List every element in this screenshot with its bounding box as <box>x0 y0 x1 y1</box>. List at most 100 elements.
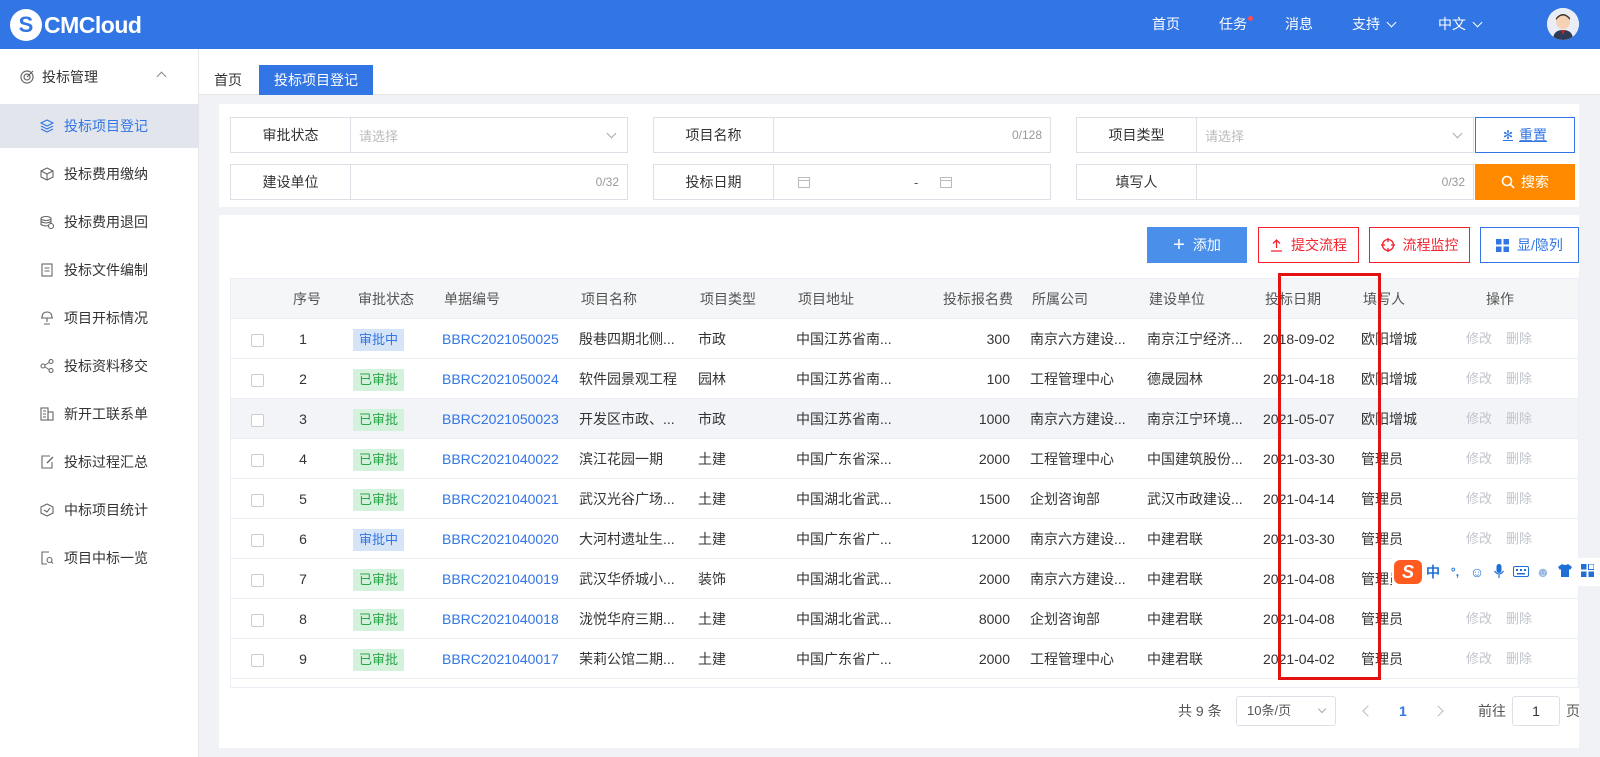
cell-code[interactable]: BBRC2021040019 <box>442 559 572 599</box>
sidebar-item-8[interactable]: 投标过程汇总 <box>0 440 199 484</box>
delete-link[interactable]: 删除 <box>1506 479 1536 519</box>
user-avatar[interactable] <box>1547 8 1579 40</box>
sidebar-item-7[interactable]: 新开工联系单 <box>0 392 199 436</box>
toolbox-icon[interactable] <box>1576 563 1598 580</box>
toggle-columns-button[interactable]: 显/隐列 <box>1480 227 1579 263</box>
sidebar-item-6[interactable]: 投标资料移交 <box>0 344 199 388</box>
col-header-no[interactable]: 序号 <box>293 279 333 319</box>
keyboard-icon[interactable] <box>1510 564 1532 580</box>
delete-link[interactable]: 删除 <box>1506 599 1536 639</box>
approval-status-select[interactable]: 请选择 <box>351 118 627 152</box>
delete-link[interactable]: 删除 <box>1506 399 1536 439</box>
edit-link[interactable]: 修改 <box>1466 439 1496 479</box>
col-header-fee[interactable]: 投标报名费 <box>921 279 1013 319</box>
cell-code[interactable]: BBRC2021040022 <box>442 439 572 479</box>
cell-code[interactable]: BBRC2021040017 <box>442 639 572 679</box>
user-icon[interactable]: ☻ <box>1532 564 1554 580</box>
skin-icon[interactable] <box>1554 564 1576 580</box>
col-header-filler[interactable]: 填写人 <box>1363 279 1433 319</box>
construction-unit-input[interactable]: 0/32 <box>351 165 627 199</box>
col-header-name[interactable]: 项目名称 <box>581 279 681 319</box>
edit-link[interactable]: 修改 <box>1466 319 1496 359</box>
col-header-address[interactable]: 项目地址 <box>798 279 898 319</box>
cell-code[interactable]: BBRC2021050023 <box>442 399 572 439</box>
project-name-input[interactable]: 0/128 <box>774 118 1050 152</box>
col-header-company[interactable]: 所属公司 <box>1032 279 1132 319</box>
sidebar-item-5[interactable]: 项目开标情况 <box>0 296 199 340</box>
bid-date-label: 投标日期 <box>654 165 774 199</box>
col-header-status[interactable]: 审批状态 <box>358 279 428 319</box>
row-checkbox[interactable] <box>251 374 264 387</box>
nav-messages[interactable]: 消息 <box>1285 0 1313 49</box>
ime-mode[interactable]: 中 <box>1422 562 1444 582</box>
add-button[interactable]: + 添加 <box>1147 227 1247 263</box>
crosshair-icon <box>1380 238 1395 252</box>
row-checkbox[interactable] <box>251 494 264 507</box>
cell-code[interactable]: BBRC2021050025 <box>442 319 572 359</box>
sidebar-item-9[interactable]: 中标项目统计 <box>0 488 199 532</box>
ime-punctuation[interactable]: °, <box>1444 565 1466 579</box>
notification-dot <box>1248 16 1253 21</box>
cell-project-address: 中国湖北省武... <box>796 571 892 587</box>
flow-monitor-button[interactable]: 流程监控 <box>1369 227 1470 263</box>
row-checkbox[interactable] <box>251 454 264 467</box>
search-button[interactable]: 搜索 <box>1475 164 1575 200</box>
sidebar-item-label: 投标费用退回 <box>64 214 148 230</box>
reset-button[interactable]: ✻ 重置 <box>1475 117 1575 153</box>
submit-flow-button[interactable]: 提交流程 <box>1258 227 1359 263</box>
row-checkbox[interactable] <box>251 574 264 587</box>
edit-link[interactable]: 修改 <box>1466 399 1496 439</box>
delete-link[interactable]: 删除 <box>1506 319 1536 359</box>
language-switch[interactable]: 中文 <box>1438 0 1483 49</box>
status-badge: 已审批 <box>353 409 405 431</box>
row-checkbox[interactable] <box>251 334 264 347</box>
edit-link[interactable]: 修改 <box>1466 639 1496 679</box>
sidebar-item-4[interactable]: 投标文件编制 <box>0 248 199 292</box>
edit-link[interactable]: 修改 <box>1466 599 1496 639</box>
edit-link[interactable]: 修改 <box>1466 359 1496 399</box>
add-label: 添加 <box>1192 237 1221 253</box>
tab-bid-project-register[interactable]: 投标项目登记 <box>259 65 373 95</box>
row-checkbox[interactable] <box>251 534 264 547</box>
sidebar-item-label: 中标项目统计 <box>64 502 148 518</box>
row-checkbox[interactable] <box>251 654 264 667</box>
tab-home[interactable]: 首页 <box>199 65 257 95</box>
nav-tasks[interactable]: 任务 <box>1219 0 1253 49</box>
edit-link[interactable]: 修改 <box>1466 519 1496 559</box>
row-checkbox[interactable] <box>251 414 264 427</box>
col-header-unit[interactable]: 建设单位 <box>1149 279 1249 319</box>
delete-link[interactable]: 删除 <box>1506 519 1536 559</box>
sidebar-item-3[interactable]: 投标费用退回 <box>0 200 199 244</box>
page-number-current[interactable]: 1 <box>1399 696 1407 726</box>
cell-code[interactable]: BBRC2021040018 <box>442 599 572 639</box>
delete-link[interactable]: 删除 <box>1506 639 1536 679</box>
goto-page-input[interactable]: 1 <box>1512 696 1560 726</box>
sidebar-group-bid-management[interactable]: 投标管理 <box>0 59 199 95</box>
nav-support[interactable]: 支持 <box>1352 0 1397 49</box>
filler-input[interactable]: 0/32 <box>1197 165 1473 199</box>
delete-link[interactable]: 删除 <box>1506 439 1536 479</box>
col-header-code[interactable]: 单据编号 <box>444 279 564 319</box>
microphone-icon[interactable] <box>1488 563 1510 581</box>
sidebar-item-1[interactable]: 投标项目登记 <box>0 104 199 148</box>
ime-logo-icon[interactable]: S <box>1394 560 1422 584</box>
page-size-select[interactable]: 10条/页 <box>1236 696 1336 726</box>
cell-code[interactable]: BBRC2021040021 <box>442 479 572 519</box>
col-header-date[interactable]: 投标日期 <box>1265 279 1355 319</box>
row-checkbox[interactable] <box>251 614 264 627</box>
nav-home[interactable]: 首页 <box>1152 0 1180 49</box>
cell-code[interactable]: BBRC2021050024 <box>442 359 572 399</box>
project-type-select[interactable]: 请选择 <box>1197 118 1473 152</box>
sidebar-item-10[interactable]: 项目中标一览 <box>0 536 199 580</box>
cell-project-address: 中国湖北省武... <box>796 611 892 627</box>
brand-logo[interactable]: S CMCloud <box>10 9 142 41</box>
edit-link[interactable]: 修改 <box>1466 479 1496 519</box>
delete-link[interactable]: 删除 <box>1506 359 1536 399</box>
logo-icon: S <box>10 9 42 41</box>
sidebar-item-2[interactable]: 投标费用缴纳 <box>0 152 199 196</box>
cell-company: 工程管理中心 <box>1030 651 1114 667</box>
col-header-type[interactable]: 项目类型 <box>700 279 780 319</box>
emoji-icon[interactable]: ☺ <box>1466 564 1488 580</box>
bid-date-range[interactable]: - <box>774 165 1050 199</box>
cell-code[interactable]: BBRC2021040020 <box>442 519 572 559</box>
